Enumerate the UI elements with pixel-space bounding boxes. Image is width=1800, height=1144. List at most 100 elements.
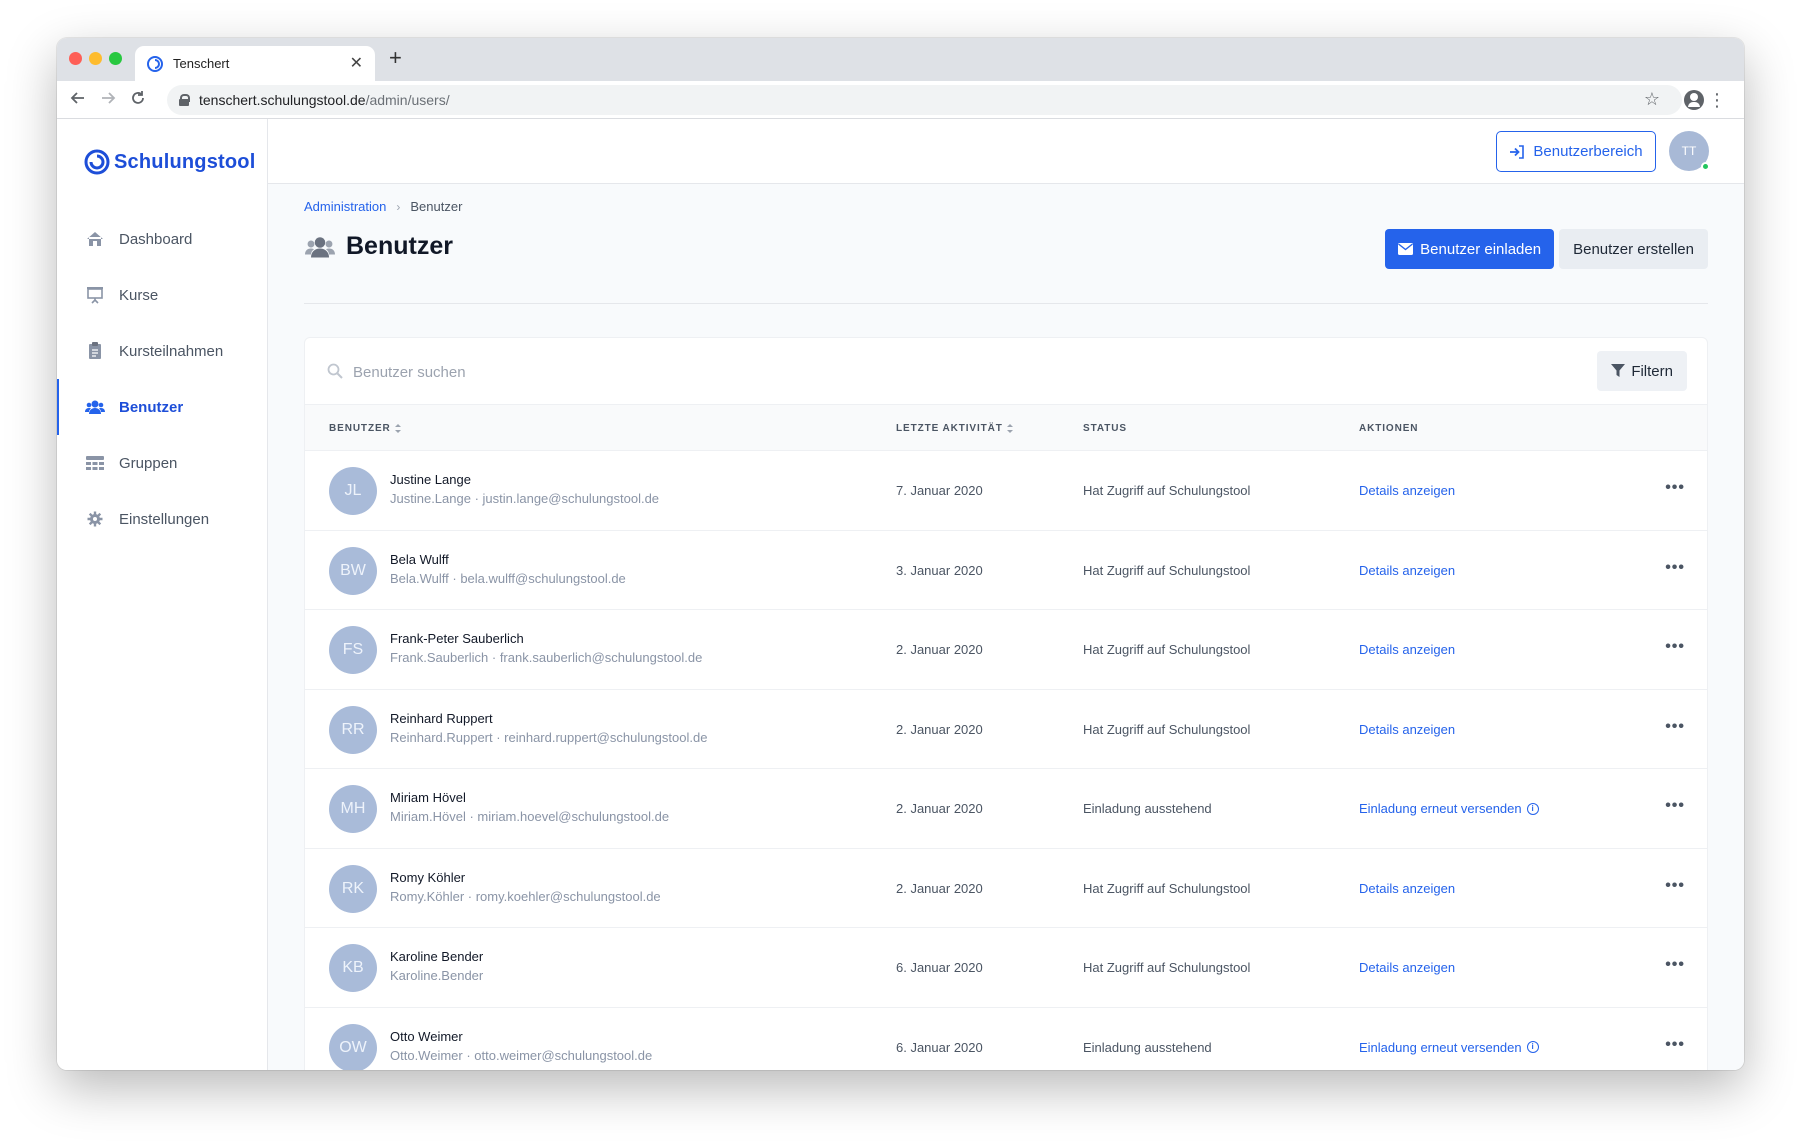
more-actions-icon[interactable]: ••• [1665,797,1685,815]
users-table-card: Filtern BENUTZER LETZTE AKTIVITÄT STATUS… [304,337,1708,1070]
reload-icon[interactable] [127,89,149,111]
more-actions-icon[interactable]: ••• [1665,718,1685,736]
forward-arrow-icon[interactable] [97,89,119,111]
page-title: Benutzer [346,232,453,260]
table-header: BENUTZER LETZTE AKTIVITÄT STATUS AKTIONE… [305,405,1707,451]
breadcrumb-administration-link[interactable]: Administration [304,199,386,214]
user-status: Hat Zugriff auf Schulungstool [1083,960,1251,975]
browser-profile-icon[interactable] [1684,90,1704,110]
maximize-window-button[interactable] [109,52,122,65]
info-icon[interactable]: i [1526,802,1539,815]
chevron-right-icon: › [396,199,401,214]
user-avatar: BW [329,546,377,595]
page-header: Benutzer [304,232,453,261]
new-tab-button[interactable]: + [389,47,402,69]
last-activity: 2. Januar 2020 [896,880,983,896]
invite-user-label: Benutzer einladen [1420,240,1542,258]
action-label: Details anzeigen [1359,960,1456,975]
user-status: Einladung ausstehend [1083,1039,1212,1055]
details-link[interactable]: Details anzeigen [1359,722,1455,737]
search-row: Filtern [305,338,1707,405]
more-actions-icon[interactable]: ••• [1665,638,1685,656]
action-label: Einladung erneut versenden [1359,801,1522,816]
sidebar-item-benutzer[interactable]: Benutzer [57,379,267,435]
page-actions: Benutzer einladen Benutzer erstellen [1385,229,1708,269]
details-link[interactable]: Details anzeigen [1359,642,1455,657]
envelope-icon [1398,243,1414,255]
user-name: Justine Lange [390,472,471,487]
sidebar-item-einstellungen[interactable]: Einstellungen [57,491,267,547]
user-avatar: KB [329,944,377,992]
info-icon[interactable]: i [1526,1041,1539,1053]
column-header-user[interactable]: BENUTZER [329,423,401,434]
avatar-initials: TT [1681,144,1697,158]
user-status: Einladung ausstehend [1083,801,1212,816]
sign-in-icon [1510,144,1525,159]
more-actions-icon[interactable]: ••• [1665,877,1685,895]
browser-tab[interactable]: Tenschert ✕ [135,46,375,81]
sidebar-item-label: Gruppen [119,454,178,472]
sidebar-item-dashboard[interactable]: Dashboard [57,211,267,267]
resend-invitation-link[interactable]: Einladung erneut versenden i [1359,1040,1539,1055]
user-login-email: Miriam.Hövel · miriam.hoevel@schulungsto… [390,809,670,824]
back-arrow-icon[interactable] [67,89,89,111]
details-link[interactable]: Details anzeigen [1359,960,1455,975]
logo[interactable]: Schulungstool [84,149,255,175]
avatar[interactable]: TT [1669,131,1710,171]
table-row: FS Frank-Peter Sauberlich Frank.Sauberli… [305,610,1707,690]
column-header-actions-label: AKTIONEN [1359,423,1419,434]
user-name: Karoline Bender [390,949,484,964]
bookmark-star-icon[interactable]: ☆ [1644,89,1660,110]
sidebar-item-kurse[interactable]: Kurse [57,267,267,323]
more-actions-icon[interactable]: ••• [1665,479,1685,497]
gear-icon [85,510,105,528]
sidebar-item-label: Kursteilnahmen [119,342,224,360]
details-link[interactable]: Details anzeigen [1359,483,1455,498]
action-label: Details anzeigen [1359,721,1456,737]
column-header-status: STATUS [1083,423,1127,434]
more-actions-icon[interactable]: ••• [1665,1036,1685,1054]
search-input[interactable] [353,356,853,388]
url-host: tenschert.schulungstool.de [199,92,366,108]
sidebar-item-label: Kurse [119,286,159,304]
sidebar-item-gruppen[interactable]: Gruppen [57,435,267,491]
users-icon [305,236,335,257]
resend-invitation-link[interactable]: Einladung erneut versenden i [1359,801,1539,816]
more-actions-icon[interactable]: ••• [1665,956,1685,974]
tab-close-icon[interactable]: ✕ [350,55,363,72]
address-bar: tenschert.schulungstool.de/admin/users/ … [57,81,1744,119]
url-path: /admin/users/ [365,92,450,108]
sidebar-item-kursteilnahmen[interactable]: Kursteilnahmen [57,323,267,379]
table-row: OW Otto Weimer Otto.Weimer · otto.weimer… [305,1008,1707,1070]
url-field[interactable]: tenschert.schulungstool.de/admin/users/ [167,85,1682,115]
presentation-icon [85,286,105,304]
browser-menu-icon[interactable]: ⋮ [1708,90,1726,110]
sort-icon [394,424,401,433]
last-activity: 2. Januar 2020 [896,721,983,737]
close-window-button[interactable] [69,52,82,65]
column-header-activity[interactable]: LETZTE AKTIVITÄT [896,423,1013,434]
user-name: Reinhard Ruppert [390,710,493,726]
app-shell: Schulungstool Dashboard Kurse Kursteilna… [57,119,1744,1070]
user-area-button[interactable]: Benutzerbereich [1496,131,1656,172]
sort-icon [1006,424,1013,433]
clipboard-icon [85,342,105,360]
favicon-icon [147,55,163,72]
details-link[interactable]: Details anzeigen [1359,563,1455,578]
top-bar: Benutzerbereich TT [268,119,1744,184]
sidebar-item-label: Dashboard [119,230,193,248]
groups-icon [85,454,105,472]
user-login-email: Otto.Weimer · otto.weimer@schulungstool.… [390,1047,653,1063]
details-link[interactable]: Details anzeigen [1359,881,1455,896]
user-name: Otto Weimer [390,1028,463,1044]
minimize-window-button[interactable] [89,52,102,65]
filter-button[interactable]: Filtern [1597,351,1687,391]
user-status: Hat Zugriff auf Schulungstool [1083,642,1251,657]
invite-user-button[interactable]: Benutzer einladen [1385,229,1555,269]
more-actions-icon[interactable]: ••• [1665,559,1685,577]
table-row: RR Reinhard Ruppert Reinhard.Ruppert · r… [305,690,1707,769]
sidebar: Schulungstool Dashboard Kurse Kursteilna… [57,119,268,1070]
main-content: Benutzerbereich TT Administration › Benu… [268,119,1744,1070]
table-row: MH Miriam Hövel Miriam.Hövel · miriam.ho… [305,769,1707,849]
create-user-button[interactable]: Benutzer erstellen [1559,229,1708,269]
